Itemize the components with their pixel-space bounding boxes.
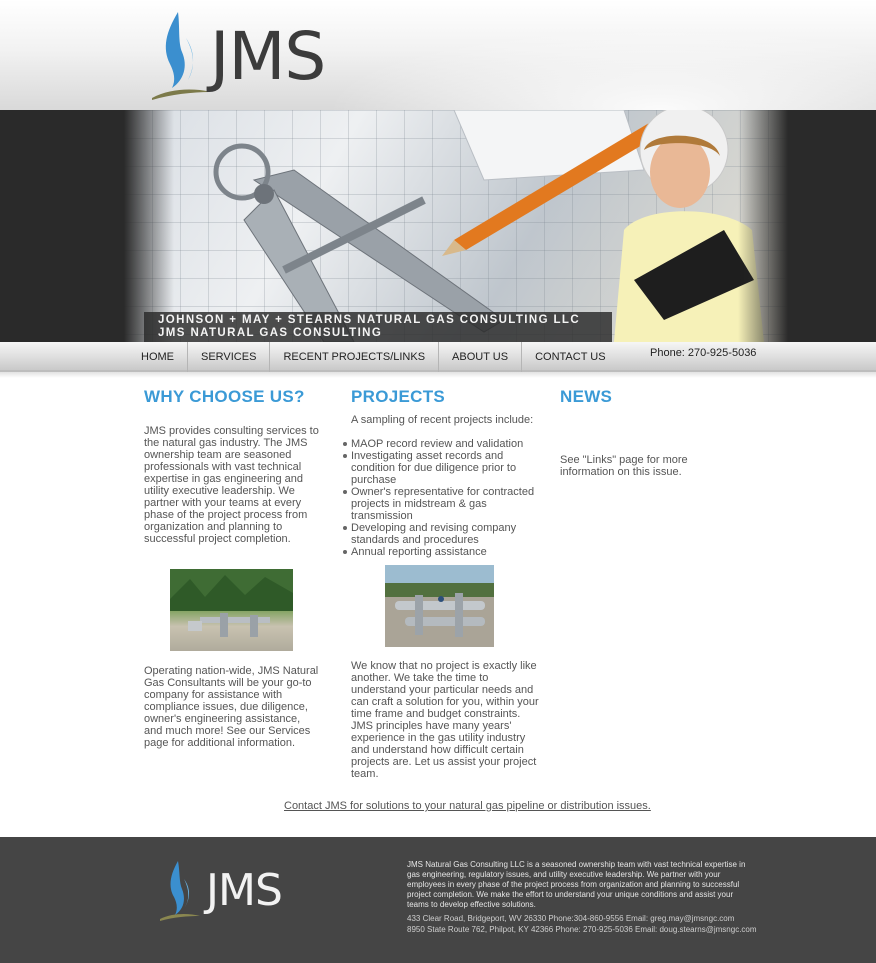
footer-address-2: 8950 State Route 762, Philpot, KY 42366 … — [407, 925, 757, 934]
footer-logo[interactable]: JMS — [160, 857, 330, 927]
hero-photo — [124, 110, 788, 342]
nav-recent-projects-links[interactable]: RECENT PROJECTS/LINKS — [270, 342, 440, 372]
banner-caption-short: JMS NATURAL GAS CONSULTING — [158, 327, 383, 339]
news-text: See "Links" page for more information on… — [560, 454, 688, 478]
main-nav: HOME SERVICES RECENT PROJECTS/LINKS ABOU… — [0, 342, 876, 372]
projects-section: PROJECTS A sampling of recent projects i… — [343, 387, 541, 780]
banner-caption-company: JOHNSON + MAY + STEARNS NATURAL GAS CONS… — [158, 314, 581, 326]
logo-wordmark: JMS — [210, 18, 326, 95]
list-item: Annual reporting assistance — [343, 546, 541, 558]
header-phone: Phone: 270-925-5036 — [650, 347, 757, 359]
projects-lead: A sampling of recent projects include: — [351, 414, 534, 426]
why-choose-us-section: WHY CHOOSE US? JMS provides consulting s… — [144, 387, 319, 749]
hero-banner — [0, 110, 876, 342]
jms-logo[interactable]: JMS — [138, 8, 368, 104]
news-section: NEWS See "Links" page for more informati… — [560, 387, 730, 478]
footer-addresses: 433 Clear Road, Bridgeport, WV 26330 Pho… — [407, 913, 767, 935]
list-item: Developing and revising company standard… — [343, 522, 541, 546]
projects-list: MAOP record review and validation Invest… — [343, 438, 541, 558]
why-paragraph-1: JMS provides consulting services to the … — [144, 425, 319, 545]
gas-station-photo — [385, 565, 494, 647]
why-heading: WHY CHOOSE US? — [144, 387, 305, 406]
contact-link[interactable]: Contact JMS for solutions to your natura… — [284, 800, 651, 812]
nav-home[interactable]: HOME — [128, 342, 188, 372]
nav-about-us[interactable]: ABOUT US — [439, 342, 523, 372]
footer-address-1: 433 Clear Road, Bridgeport, WV 26330 Pho… — [407, 914, 735, 923]
list-item: Owner's representative for contracted pr… — [343, 486, 541, 522]
footer-logo-wordmark: JMS — [206, 865, 283, 916]
header-swoosh — [300, 20, 876, 110]
news-heading: NEWS — [560, 387, 613, 406]
projects-heading: PROJECTS — [351, 387, 446, 406]
banner-caption: JOHNSON + MAY + STEARNS NATURAL GAS CONS… — [144, 312, 612, 342]
drafting-tools-illustration — [213, 110, 764, 342]
header: JMS — [0, 0, 876, 110]
list-item: Investigating asset records and conditio… — [343, 450, 541, 486]
nav-contact-us[interactable]: CONTACT US — [522, 342, 619, 372]
why-paragraph-2: Operating nation-wide, JMS Natural Gas C… — [144, 665, 319, 749]
nav-services[interactable]: SERVICES — [188, 342, 271, 372]
flame-icon — [160, 861, 200, 921]
pipeline-site-photo — [170, 569, 293, 651]
footer: JMS JMS Natural Gas Consulting LLC is a … — [0, 837, 876, 963]
flame-icon — [152, 12, 210, 100]
footer-about: JMS Natural Gas Consulting LLC is a seas… — [407, 860, 746, 909]
list-item: MAOP record review and validation — [343, 438, 541, 450]
projects-paragraph: We know that no project is exactly like … — [351, 660, 539, 780]
